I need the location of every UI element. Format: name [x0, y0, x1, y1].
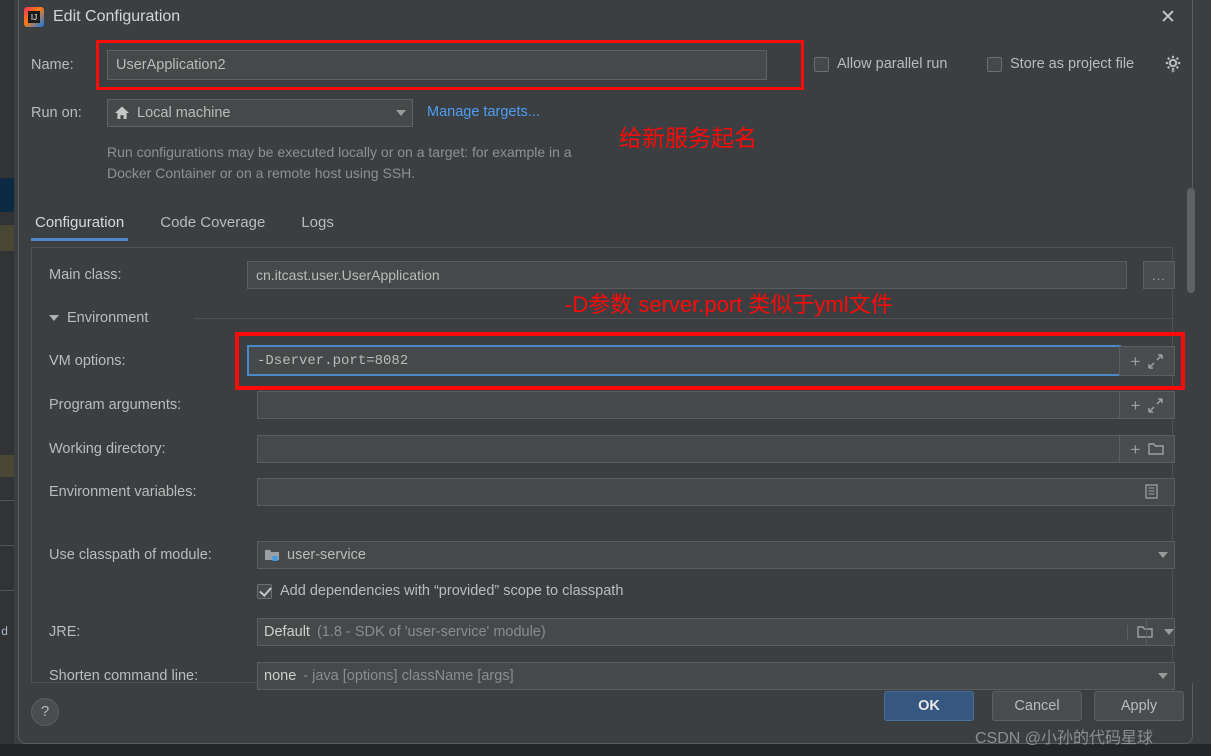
main-class-label: Main class: [49, 267, 122, 283]
gutter-mark [0, 500, 14, 501]
cancel-button-label: Cancel [1014, 698, 1060, 714]
add-dependencies-label: Add dependencies with “provided” scope t… [280, 583, 624, 599]
manage-targets-link[interactable]: Manage targets... [427, 104, 540, 120]
chevron-down-icon [396, 110, 406, 116]
allow-parallel-run-label: Allow parallel run [837, 56, 948, 72]
shorten-command-line-combobox[interactable]: none - java [options] className [args] [257, 662, 1175, 690]
tab-configuration[interactable]: Configuration [31, 210, 142, 241]
use-classpath-of-module-label: Use classpath of module: [49, 547, 212, 563]
svg-text:IJ: IJ [31, 13, 37, 22]
chevron-down-icon [1158, 552, 1168, 558]
apply-button-label: Apply [1120, 698, 1158, 714]
name-input[interactable] [107, 50, 767, 80]
panel-scrollbar-thumb[interactable] [1187, 188, 1195, 293]
tab-divider [31, 247, 1173, 248]
shorten-command-line-detail: - java [options] className [args] [303, 668, 514, 684]
program-arguments-label: Program arguments: [49, 397, 182, 413]
shorten-command-line-label: Shorten command line: [49, 668, 199, 684]
dialog-title: Edit Configuration [53, 8, 181, 25]
gutter-mark [0, 455, 14, 477]
background-code-text: d [1, 625, 9, 639]
folder-icon[interactable] [1148, 442, 1165, 457]
gutter-mark [0, 225, 14, 251]
main-class-browse-button[interactable]: ... [1143, 261, 1175, 289]
environment-variables-browse-icon[interactable] [1144, 484, 1159, 499]
shorten-command-line-value: none [264, 668, 297, 684]
close-icon[interactable]: ✕ [1156, 6, 1180, 30]
main-class-input[interactable] [247, 261, 1127, 289]
run-on-value: Local machine [137, 105, 231, 121]
name-label: Name: [31, 57, 74, 73]
jre-value: Default [264, 624, 310, 640]
program-arguments-input[interactable] [257, 391, 1121, 419]
environment-section-label: Environment [67, 310, 149, 326]
help-button[interactable]: ? [31, 698, 59, 726]
annotation-vm-note: -D参数 server.port 类似于yml文件 [565, 292, 893, 317]
add-dependencies-checkbox[interactable]: Add dependencies with “provided” scope t… [257, 583, 623, 599]
working-directory-label: Working directory: [49, 441, 166, 457]
run-on-hint: Run configurations may be executed local… [107, 144, 572, 181]
home-icon [114, 105, 130, 121]
jre-dropdown-button[interactable] [1146, 619, 1174, 645]
module-icon [264, 548, 280, 562]
allow-parallel-run-checkbox[interactable]: Allow parallel run [814, 56, 947, 72]
apply-button[interactable]: Apply [1094, 691, 1184, 721]
plus-icon[interactable]: + [1131, 397, 1141, 414]
store-as-project-file-label: Store as project file [1010, 56, 1135, 72]
checkbox-box [987, 56, 1002, 72]
environment-section-rule [194, 318, 1174, 319]
ok-button[interactable]: OK [884, 691, 974, 721]
working-directory-input[interactable] [257, 435, 1121, 463]
program-arguments-actions[interactable]: + [1119, 391, 1175, 419]
checkbox-box [257, 583, 272, 599]
tab-logs[interactable]: Logs [297, 210, 352, 241]
run-on-label: Run on: [31, 105, 82, 121]
expand-icon[interactable] [1148, 353, 1164, 369]
main-class-browse-label: ... [1152, 267, 1166, 283]
chevron-down-icon [1158, 673, 1168, 679]
jre-combobox[interactable]: Default (1.8 - SDK of 'user-service' mod… [257, 618, 1175, 646]
tab-logs-label: Logs [301, 214, 334, 231]
use-classpath-of-module-value: user-service [287, 547, 366, 563]
environment-variables-input[interactable] [257, 478, 1175, 506]
gutter-mark [0, 545, 14, 546]
checkbox-box [814, 56, 829, 72]
store-as-project-file-checkbox[interactable]: Store as project file [987, 56, 1134, 72]
expand-icon[interactable] [1148, 397, 1164, 413]
chevron-down-icon [1164, 629, 1174, 635]
config-tabs: Configuration Code Coverage Logs [31, 210, 366, 241]
vm-options-label: VM options: [49, 353, 126, 369]
cancel-button[interactable]: Cancel [992, 691, 1082, 721]
vm-options-actions[interactable]: + [1119, 346, 1175, 376]
gutter-mark [0, 178, 14, 212]
annotation-name-note: 给新服务起名 [619, 125, 757, 151]
plus-icon[interactable]: + [1131, 441, 1141, 458]
tab-code-coverage-label: Code Coverage [160, 214, 266, 231]
plus-icon[interactable]: + [1131, 353, 1141, 370]
intellij-idea-icon: IJ [23, 6, 45, 28]
tab-code-coverage[interactable]: Code Coverage [156, 210, 283, 241]
jre-label: JRE: [49, 624, 81, 640]
jre-detail: (1.8 - SDK of 'user-service' module) [316, 624, 546, 640]
triangle-down-icon [49, 315, 59, 321]
ok-button-label: OK [918, 698, 940, 714]
environment-section-toggle[interactable]: Environment [49, 310, 148, 326]
jre-browse-folder-icon[interactable] [1127, 624, 1153, 640]
taskbar [0, 744, 1211, 756]
tab-configuration-label: Configuration [35, 214, 125, 231]
use-classpath-of-module-combobox[interactable]: user-service [257, 541, 1175, 569]
environment-variables-label: Environment variables: [49, 484, 197, 500]
working-directory-actions[interactable]: + [1119, 435, 1175, 463]
dialog-titlebar: IJ Edit Configuration ✕ [19, 0, 1192, 38]
vm-options-input[interactable] [247, 345, 1121, 376]
run-on-combobox[interactable]: Local machine [107, 99, 413, 127]
edit-configuration-dialog: IJ Edit Configuration ✕ Name: Allow para… [18, 0, 1195, 744]
gutter-mark [0, 590, 14, 591]
gear-icon[interactable] [1165, 55, 1183, 73]
